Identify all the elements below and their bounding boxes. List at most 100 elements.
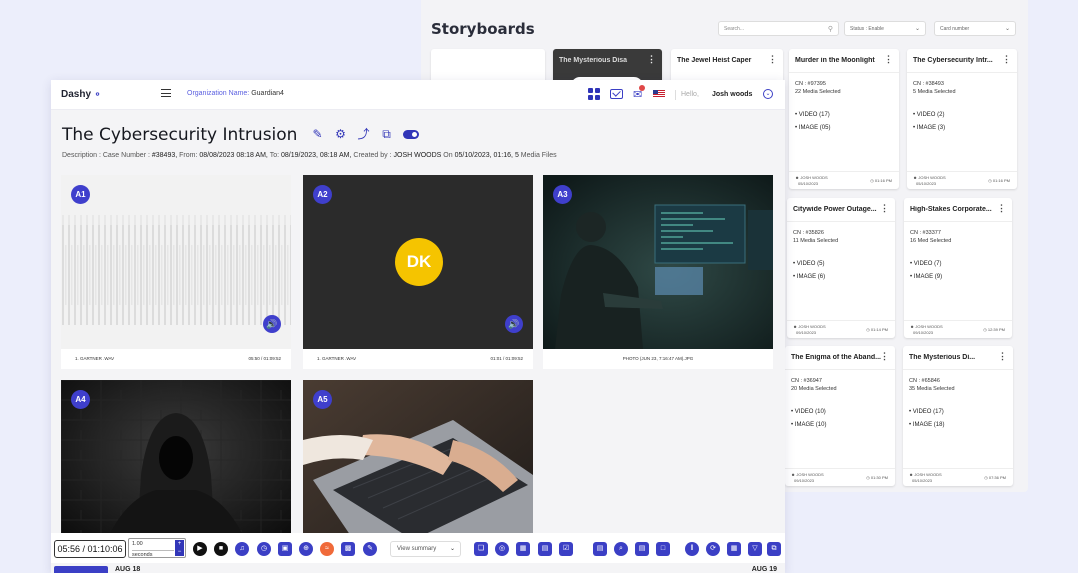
divider [675,90,676,100]
target-button[interactable]: ◎ [495,542,509,556]
annotate-button[interactable]: ✎ [363,542,377,556]
avatar: DK [395,238,443,286]
storyboard-card[interactable]: The Cybersecurity Intr... ⋮ CN : #38493 … [907,49,1017,189]
media-caption: 1. GARTNER .WAV 05:50 / 01:09:52 [75,356,281,361]
menu-icon[interactable] [161,89,171,97]
storyboard-card[interactable]: Murder in the Moonlight ⋮ CN : #97395 22… [789,49,899,189]
card-title: The Cybersecurity Intr... [913,57,993,64]
calendar-button[interactable]: ▦ [727,542,741,556]
card-time: ◷ 01:14 PM [866,327,888,332]
video-count: • VIDEO (5) [793,261,825,267]
divider [904,320,1012,321]
search-button[interactable]: ⌕ [614,542,628,556]
media-tile[interactable]: A3 PHOTO (JUN 23, 7:16:47 AM).JPG [543,175,773,369]
playback-time: 05:56 / 01:10:06 [54,540,126,558]
storyboard-card[interactable]: The Enigma of the Aband... ⋮ CN : #36947… [785,346,895,486]
comment-button[interactable]: ▤ [538,542,552,556]
photo-image [543,175,773,349]
save-button[interactable]: ▩ [341,542,355,556]
checklist-button[interactable]: ☑ [559,542,573,556]
duplicate-button[interactable]: ⧉ [767,542,781,556]
divider [907,72,1017,73]
notes-button[interactable]: ▤ [635,542,649,556]
photo-image [303,380,533,554]
author: ☻ JOSH WOODS [913,175,946,180]
columns-button[interactable]: ‖ [685,542,699,556]
speaker-icon[interactable]: 🔊 [263,315,281,333]
more-icon[interactable]: ⋮ [998,352,1007,361]
user-menu-chevron-icon[interactable]: ⌄ [763,89,773,99]
more-icon[interactable]: ⋮ [880,204,889,213]
playback-toolbar: 05:56 / 01:10:06 1.00 seconds + − ▶ ■ ♫ ◷… [51,533,785,563]
edit-icon[interactable]: ✎ [311,128,324,141]
step-seconds-stepper[interactable]: 1.00 seconds + − [128,538,186,558]
image-count: • IMAGE (05) [795,125,831,131]
more-icon[interactable]: ⋮ [768,55,777,64]
card-number: CN : #65846 [909,378,940,384]
waveform-graphic [61,175,291,349]
copy-icon[interactable]: ⧉ [380,128,393,141]
card-date: 05/10/2023 [916,181,937,186]
bookmark-button[interactable]: ❏ [474,542,488,556]
gallery-button[interactable]: ▦ [516,542,530,556]
image-button[interactable]: ▣ [278,542,292,556]
more-icon[interactable]: ⋮ [1002,55,1011,64]
zoom-button[interactable]: ⊕ [299,542,313,556]
card-title: The Mysterious Disa [559,57,628,64]
grid-view-icon[interactable] [588,88,600,100]
stop-button[interactable]: ■ [214,542,228,556]
view-summary-select[interactable]: View summary ⌄ [390,541,461,557]
image-count: • IMAGE (3) [913,125,946,131]
author: ☻ JOSH WOODS [793,324,826,329]
card-date: 05/10/2023 [912,478,933,483]
divider [904,221,1012,222]
settings-icon[interactable]: ⚙ [334,128,347,141]
refresh-button[interactable]: ⟳ [706,542,720,556]
volume-button[interactable]: ♫ [235,542,249,556]
card-date: 09/10/2023 [913,330,934,335]
filter-button[interactable]: ▽ [748,542,762,556]
storyboard-card[interactable]: Citywide Power Outage... ⋮ CN : #35826 1… [787,198,895,338]
enable-toggle[interactable] [403,130,419,139]
user-name[interactable]: Josh woods [712,91,752,98]
media-tile[interactable]: A5 [303,380,533,554]
share-icon[interactable]: ⤴ [357,128,370,141]
case-description: Description : Case Number : #38493, From… [62,152,557,159]
card-number: CN : #36947 [791,378,822,384]
more-icon[interactable]: ⋮ [880,352,889,361]
timeline-date-end: AUG 19 [751,566,777,573]
language-flag-icon[interactable] [653,90,665,98]
media-selected: 11 Media Selected [793,238,839,244]
media-tile[interactable]: A4 [61,380,291,554]
timeline-range-pill[interactable] [54,566,108,573]
chevron-down-icon: ⌄ [914,26,920,32]
photo-thumbnail [61,380,291,554]
window-button[interactable]: □ [656,542,670,556]
document-button[interactable]: ▤ [593,542,607,556]
timer-button[interactable]: ◷ [257,542,271,556]
notification-bell-icon[interactable]: ✉ [633,85,645,101]
media-tile[interactable]: DK A2 🔊 1. GARTNER .WAV 01:01 / 01:09:52 [303,175,533,369]
storyboard-card[interactable]: The Mysterious Di... ⋮ CN : #65846 35 Me… [903,346,1013,486]
status-filter-select[interactable]: Status : Enable ⌄ [844,21,926,36]
waveform-button[interactable]: ≈ [320,542,334,556]
divider [789,171,899,172]
play-button[interactable]: ▶ [193,542,207,556]
card-number-select[interactable]: Card number ⌄ [934,21,1016,36]
mail-icon[interactable] [610,89,623,99]
media-tile[interactable]: A1 🔊 1. GARTNER .WAV 05:50 / 01:09:52 [61,175,291,369]
speaker-icon[interactable]: 🔊 [505,315,523,333]
video-count: • VIDEO (17) [795,112,830,118]
divider [903,468,1013,469]
greeting: Hello, [681,91,699,98]
more-icon[interactable]: ⋮ [647,55,656,64]
more-icon[interactable]: ⋮ [884,55,893,64]
card-time: ◷ 01:16 PM [870,178,892,183]
storyboard-card[interactable]: High-Stakes Corporate... ⋮ CN : #33377 1… [904,198,1012,338]
more-icon[interactable]: ⋮ [997,204,1006,213]
stepper-arrows-icon[interactable]: + − [175,540,184,556]
media-caption: 1. GARTNER .WAV 01:01 / 01:09:52 [317,356,523,361]
photo-image [61,380,291,554]
divider [785,468,895,469]
storyboards-search-input[interactable]: Search... ⚲ [718,21,839,36]
